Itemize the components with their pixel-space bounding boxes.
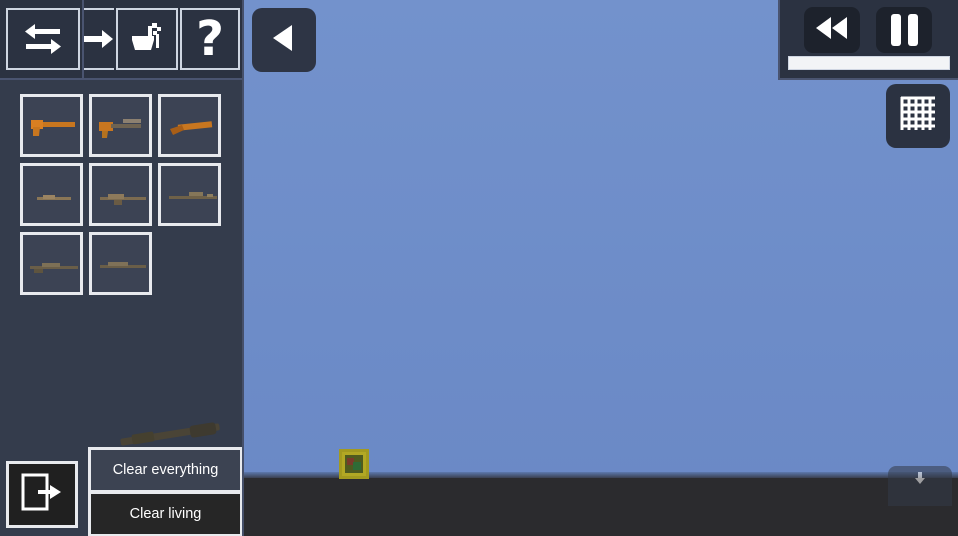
rewind-icon: [814, 15, 850, 46]
clear-living-button[interactable]: Clear living: [91, 494, 240, 534]
next-tool-button[interactable]: [84, 8, 114, 70]
help-tool-button[interactable]: ?: [180, 8, 240, 70]
swap-arrows-icon: [22, 18, 64, 60]
clear-buttons-panel: Clear everything Clear living: [88, 447, 243, 536]
exit-button[interactable]: [6, 461, 78, 528]
download-arrow-icon: [913, 471, 927, 490]
playback-panel: [778, 0, 958, 80]
weapon-slot-sawed-off[interactable]: [158, 94, 221, 157]
weapon-slot-smg[interactable]: [89, 94, 152, 157]
rewind-button[interactable]: [804, 7, 860, 53]
crate-object[interactable]: [339, 449, 369, 479]
weapon-slot-battle-rifle[interactable]: [158, 163, 221, 226]
sidebar-edge: [242, 0, 244, 536]
swap-tool-button[interactable]: [6, 8, 80, 70]
weapon-sidebar: ? Clear everything Clear living: [0, 0, 243, 536]
question-mark-icon: ?: [196, 11, 224, 67]
weapon-slot-marksman-rifle[interactable]: [89, 232, 152, 295]
download-button[interactable]: [888, 466, 952, 506]
timeline-scrubber[interactable]: [788, 56, 950, 70]
grid-icon: [898, 94, 938, 139]
weapon-slot-revolver[interactable]: [20, 94, 83, 157]
exit-door-icon: [20, 471, 64, 518]
clear-everything-button[interactable]: Clear everything: [91, 450, 240, 490]
dragged-weapon-preview: [112, 415, 228, 449]
paint-bucket-icon: [126, 18, 168, 60]
pause-icon: [890, 14, 918, 46]
paint-tool-button[interactable]: [116, 8, 178, 70]
collapse-panel-button[interactable]: [252, 8, 316, 72]
grid-toggle-button[interactable]: [886, 84, 950, 148]
arrow-right-icon: [84, 27, 114, 51]
weapon-slot-carbine[interactable]: [20, 163, 83, 226]
top-toolbar: ?: [0, 0, 243, 80]
weapon-slot-sniper-rifle[interactable]: [20, 232, 83, 295]
pause-button[interactable]: [876, 7, 932, 53]
triangle-left-icon: [267, 21, 301, 60]
crate-detail-green: [353, 462, 361, 470]
weapon-grid: [20, 94, 235, 295]
weapon-slot-assault-rifle[interactable]: [89, 163, 152, 226]
game-window: ? Clear everything Clear living: [0, 0, 958, 536]
